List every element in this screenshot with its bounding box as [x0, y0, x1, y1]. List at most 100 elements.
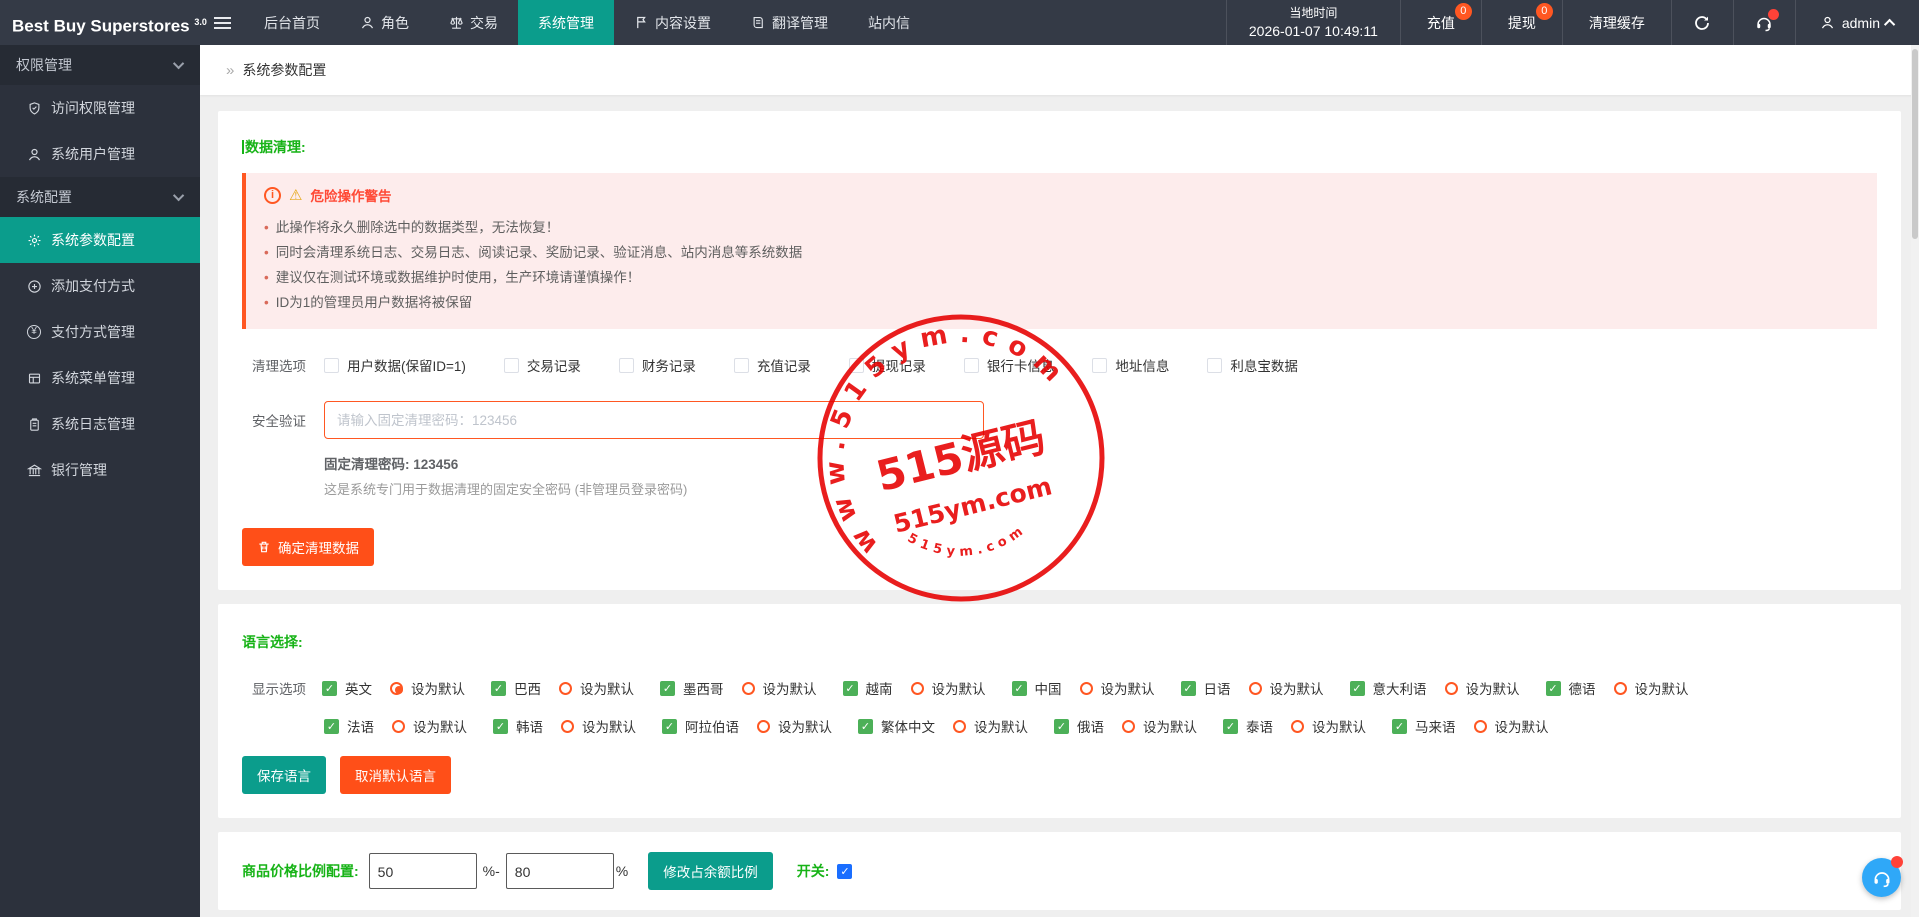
default-radio[interactable]	[742, 682, 755, 695]
bank-icon	[26, 462, 42, 478]
nav-item-content-settings[interactable]: 内容设置	[614, 0, 731, 45]
checkbox-unchecked[interactable]	[1207, 358, 1222, 373]
modify-balance-ratio-button[interactable]: 修改占余额比例	[648, 852, 773, 890]
default-radio[interactable]	[1249, 682, 1262, 695]
language-checkbox[interactable]: ✓	[1223, 719, 1238, 734]
clean-option-4[interactable]: 提现记录	[849, 355, 926, 375]
price-max-input[interactable]	[506, 853, 614, 889]
refresh-icon	[1693, 14, 1711, 32]
default-radio[interactable]	[1122, 720, 1135, 733]
default-radio[interactable]	[392, 720, 405, 733]
hamburger-menu-icon[interactable]	[200, 0, 244, 45]
clean-option-0[interactable]: 用户数据(保留ID=1)	[324, 355, 466, 375]
security-password-input[interactable]	[324, 401, 984, 439]
language-checkbox[interactable]: ✓	[1392, 719, 1407, 734]
language-name: 俄语	[1077, 716, 1104, 736]
default-radio[interactable]	[1291, 720, 1304, 733]
language-checkbox[interactable]: ✓	[1054, 719, 1069, 734]
nav-item-site-mail[interactable]: 站内信	[848, 0, 930, 45]
language-checkbox[interactable]: ✓	[493, 719, 508, 734]
checkbox-unchecked[interactable]	[324, 358, 339, 373]
language-checkbox[interactable]: ✓	[1012, 681, 1027, 696]
language-checkbox[interactable]: ✓	[858, 719, 873, 734]
refresh-button[interactable]	[1672, 0, 1734, 45]
language-checkbox[interactable]: ✓	[491, 681, 506, 696]
language-checkbox[interactable]: ✓	[660, 681, 675, 696]
language-option-8: ✓法语设为默认	[324, 716, 467, 736]
language-checkbox[interactable]: ✓	[1546, 681, 1561, 696]
language-name: 中国	[1035, 678, 1062, 698]
checkbox-unchecked[interactable]	[849, 358, 864, 373]
nav-item-home[interactable]: 后台首页	[244, 0, 340, 45]
language-checkbox[interactable]: ✓	[322, 681, 337, 696]
floating-support-button[interactable]	[1862, 858, 1901, 897]
clean-option-2[interactable]: 财务记录	[619, 355, 696, 375]
data-clean-card: 数据清理: i ⚠ 危险操作警告 •此操作将永久删除选中的数据类型，无法恢复！•…	[218, 111, 1901, 590]
language-name: 日语	[1204, 678, 1231, 698]
price-switch-checkbox[interactable]: ✓	[837, 864, 852, 879]
nav-item-trade[interactable]: 交易	[429, 0, 518, 45]
sidebar-item-add-payment[interactable]: 添加支付方式	[0, 263, 200, 309]
scrollbar[interactable]	[1911, 45, 1919, 917]
sidebar-group-system-config[interactable]: 系统配置	[0, 177, 200, 217]
nav-item-roles[interactable]: 角色	[340, 0, 429, 45]
sidebar-item-payment-manage[interactable]: ¥支付方式管理	[0, 309, 200, 355]
page-title: 系统参数配置	[242, 60, 326, 80]
time-value: 2026-01-07 10:49:11	[1249, 22, 1378, 40]
cancel-default-language-button[interactable]: 取消默认语言	[340, 756, 451, 794]
sidebar-item-menu-manage[interactable]: 系统菜单管理	[0, 355, 200, 401]
language-checkbox[interactable]: ✓	[1350, 681, 1365, 696]
language-checkbox[interactable]: ✓	[324, 719, 339, 734]
sidebar-item-log-manage[interactable]: 系统日志管理	[0, 401, 200, 447]
clean-option-6[interactable]: 地址信息	[1092, 355, 1169, 375]
price-suffix: %	[616, 863, 628, 879]
topbar-action-withdraw[interactable]: 提现0	[1482, 0, 1563, 45]
default-radio[interactable]	[561, 720, 574, 733]
checkbox-unchecked[interactable]	[504, 358, 519, 373]
nav-item-system-manage[interactable]: 系统管理	[518, 0, 614, 45]
nav-item-translate-manage[interactable]: 翻译管理	[731, 0, 848, 45]
scrollbar-thumb[interactable]	[1912, 49, 1918, 239]
clean-option-5[interactable]: 银行卡信息	[964, 355, 1055, 375]
sidebar-item-system-users[interactable]: 系统用户管理	[0, 131, 200, 177]
sidebar-item-access-permission[interactable]: 访问权限管理	[0, 85, 200, 131]
breadcrumb-prefix: »	[226, 62, 234, 79]
default-radio-label: 设为默认	[1101, 678, 1155, 698]
default-radio[interactable]	[1614, 682, 1627, 695]
language-name: 繁体中文	[881, 716, 935, 736]
confirm-clean-button[interactable]: 确定清理数据	[242, 528, 374, 566]
checkbox-unchecked[interactable]	[619, 358, 634, 373]
default-radio[interactable]	[1080, 682, 1093, 695]
default-radio[interactable]	[1445, 682, 1458, 695]
save-language-button[interactable]: 保存语言	[242, 756, 326, 794]
topbar-action-recharge[interactable]: 充值0	[1401, 0, 1482, 45]
sidebar-group-permission[interactable]: 权限管理	[0, 45, 200, 85]
default-radio-label: 设为默认	[1466, 678, 1520, 698]
default-radio[interactable]	[390, 682, 403, 695]
topbar-action-clear-cache[interactable]: 清理缓存	[1563, 0, 1672, 45]
default-radio[interactable]	[953, 720, 966, 733]
support-button[interactable]	[1734, 0, 1796, 45]
language-checkbox[interactable]: ✓	[1181, 681, 1196, 696]
sidebar-item-system-params[interactable]: 系统参数配置	[0, 217, 200, 263]
language-checkbox[interactable]: ✓	[662, 719, 677, 734]
clean-options-label: 清理选项	[242, 355, 306, 375]
default-radio[interactable]	[1474, 720, 1487, 733]
checkbox-unchecked[interactable]	[964, 358, 979, 373]
sidebar-item-bank-manage[interactable]: 银行管理	[0, 447, 200, 493]
default-radio[interactable]	[757, 720, 770, 733]
clean-options-group: 用户数据(保留ID=1) 交易记录 财务记录 充值记录 提现记录 银行卡信息 地址信息 利息宝…	[324, 355, 1298, 375]
default-radio[interactable]	[559, 682, 572, 695]
default-radio[interactable]	[911, 682, 924, 695]
nav-item-label: 翻译管理	[772, 13, 828, 33]
language-checkbox[interactable]: ✓	[843, 681, 858, 696]
clean-option-1[interactable]: 交易记录	[504, 355, 581, 375]
shield-icon	[26, 100, 42, 116]
price-min-input[interactable]	[369, 853, 477, 889]
user-menu[interactable]: admin	[1796, 0, 1919, 45]
checkbox-unchecked[interactable]	[1092, 358, 1107, 373]
checkbox-unchecked[interactable]	[734, 358, 749, 373]
clean-option-7[interactable]: 利息宝数据	[1207, 355, 1298, 375]
language-name: 墨西哥	[683, 678, 724, 698]
clean-option-3[interactable]: 充值记录	[734, 355, 811, 375]
